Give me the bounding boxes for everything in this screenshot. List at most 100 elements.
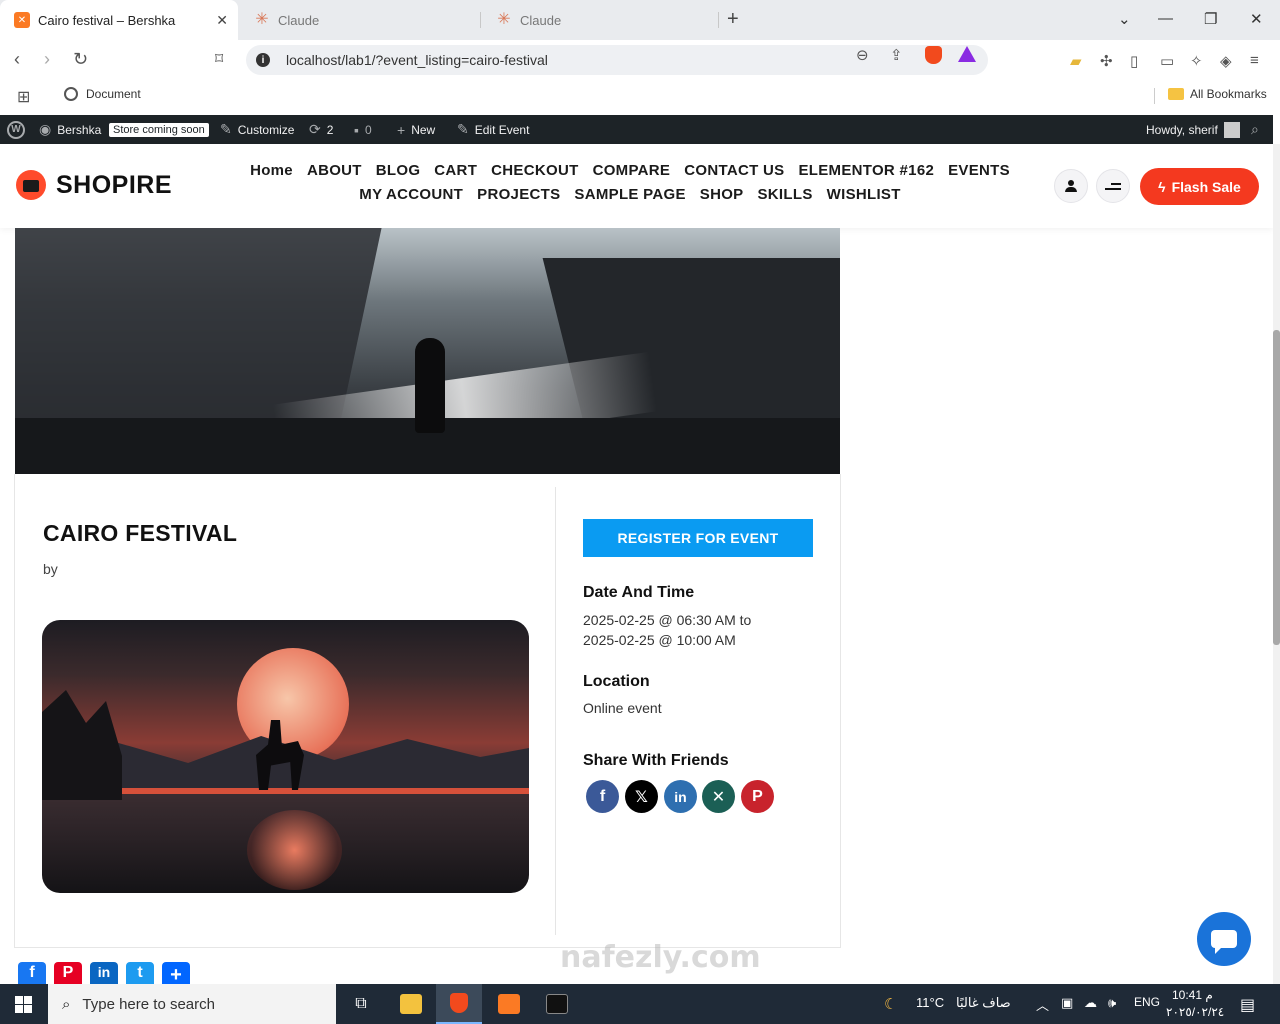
offcanvas-menu-button[interactable]	[1096, 169, 1130, 203]
admin-edit-event[interactable]: ✎ Edit Event	[457, 115, 529, 144]
bookmark-document[interactable]: Document	[64, 87, 141, 101]
wordpress-logo[interactable]: W	[7, 115, 25, 144]
url-text[interactable]: localhost/lab1/?event_listing=cairo-fest…	[286, 52, 548, 68]
tray-chevron-icon[interactable]: ︿	[1036, 995, 1049, 1014]
menu-item-shop[interactable]: SHOP	[700, 186, 744, 204]
language-indicator[interactable]: ENG	[1134, 995, 1160, 1009]
bookmark-icon[interactable]: ⌑	[215, 49, 223, 69]
date-time-heading: Date And Time	[583, 584, 695, 601]
new-tab-icon[interactable]: +	[727, 8, 739, 31]
wallet-icon[interactable]: ▭	[1160, 52, 1174, 70]
tab-claude-1[interactable]: ✳ Claude	[240, 0, 478, 40]
close-window-icon[interactable]: ✕	[1250, 10, 1263, 28]
chat-button[interactable]	[1197, 912, 1251, 966]
site-info-icon[interactable]: i	[256, 53, 270, 67]
menu-item-events[interactable]: EVENTS	[948, 162, 1010, 180]
linkedin-icon[interactable]: in	[664, 780, 697, 813]
browser-tabstrip: ✕ Cairo festival – Bershka ✕ ✳ Claude ✳ …	[0, 0, 1280, 40]
maximize-icon[interactable]: ❐	[1204, 10, 1217, 28]
x-icon[interactable]: 𝕏	[625, 780, 658, 813]
task-view-icon[interactable]: ⧉	[338, 984, 384, 1024]
updates-count: 2	[326, 122, 334, 137]
site-logo[interactable]: SHOPIRE	[16, 170, 172, 200]
close-tab-icon[interactable]: ✕	[216, 12, 228, 29]
admin-search[interactable]: ⌕	[1251, 115, 1265, 144]
extensions-icon[interactable]: ✣	[1100, 52, 1113, 70]
event-thumbnail-image	[42, 620, 529, 893]
all-bookmarks[interactable]: All Bookmarks	[1168, 87, 1267, 101]
admin-account[interactable]: Howdy, sherif	[1146, 115, 1240, 144]
share-page-icon[interactable]: ⇪	[890, 46, 903, 64]
file-explorer-icon[interactable]	[388, 984, 434, 1024]
comments-count: 0	[364, 122, 372, 137]
pinterest-icon[interactable]: P	[741, 780, 774, 813]
sidebar-icon[interactable]: ▯	[1130, 52, 1138, 70]
search-icon: ⌕	[1251, 121, 1259, 137]
menu-item-elementor[interactable]: ELEMENTOR #162	[798, 162, 934, 180]
weather-temperature[interactable]: 11°C	[916, 995, 944, 1010]
clock-time[interactable]: 10:41 م	[1172, 988, 1213, 1002]
store-status[interactable]: Store coming soon	[109, 115, 209, 144]
zoom-icon[interactable]: ⊖	[856, 46, 869, 64]
image-trees	[42, 690, 122, 800]
brave-shields-icon[interactable]	[925, 46, 942, 64]
vpn-icon[interactable]: ◈	[1220, 52, 1232, 70]
address-bar[interactable]: i localhost/lab1/?event_listing=cairo-fe…	[246, 45, 988, 75]
clock-date[interactable]: ٢٠٢٥/٠٢/٢٤	[1166, 1005, 1224, 1019]
menu-item-compare[interactable]: COMPARE	[593, 162, 671, 180]
menu-item-cart[interactable]: CART	[434, 162, 477, 180]
folder-extension-icon[interactable]: ▰	[1070, 52, 1082, 70]
page-scrollbar-thumb[interactable]	[1273, 330, 1280, 645]
terminal-taskbar-icon[interactable]	[534, 984, 580, 1024]
meet-now-icon[interactable]: ▣	[1061, 995, 1073, 1011]
admin-comments[interactable]: ▪ 0	[354, 115, 372, 144]
flash-sale-button[interactable]: ϟ Flash Sale	[1140, 168, 1259, 205]
menu-item-about[interactable]: ABOUT	[307, 162, 362, 180]
menu-item-wishlist[interactable]: WISHLIST	[827, 186, 901, 204]
menu-item-my-account[interactable]: MY ACCOUNT	[359, 186, 463, 204]
admin-site-name[interactable]: ◉ Bershka	[39, 115, 101, 144]
onedrive-icon[interactable]: ☁	[1084, 995, 1097, 1011]
menu-item-sample-page[interactable]: SAMPLE PAGE	[574, 186, 685, 204]
event-author: by	[43, 561, 58, 577]
search-placeholder: Type here to search	[82, 995, 215, 1013]
tab-claude-2[interactable]: ✳ Claude	[482, 0, 720, 40]
leo-ai-icon[interactable]: ✧	[1190, 52, 1203, 70]
admin-updates[interactable]: ⟳ 2	[309, 115, 333, 144]
brave-browser-taskbar-icon[interactable]	[436, 984, 482, 1024]
admin-customize[interactable]: ✎ Customize	[220, 115, 294, 144]
admin-new[interactable]: + New	[397, 115, 435, 144]
xampp-taskbar-icon[interactable]	[486, 984, 532, 1024]
xing-icon[interactable]: ✕	[702, 780, 735, 813]
tab-title: Claude	[520, 12, 562, 28]
menu-item-blog[interactable]: BLOG	[376, 162, 421, 180]
register-for-event-button[interactable]: REGISTER FOR EVENT	[583, 519, 813, 557]
back-icon[interactable]: ‹	[14, 49, 20, 70]
wordpress-icon: W	[7, 120, 25, 139]
minimize-icon[interactable]: —	[1158, 10, 1173, 27]
brave-rewards-icon[interactable]	[958, 46, 976, 62]
menu-item-home[interactable]: Home	[250, 162, 293, 180]
taskbar-search[interactable]: ⌕ Type here to search	[48, 984, 336, 1024]
menu-item-contact[interactable]: CONTACT US	[684, 162, 784, 180]
howdy-label: Howdy, sherif	[1146, 122, 1218, 137]
menu-item-projects[interactable]: PROJECTS	[477, 186, 560, 204]
location-heading: Location	[583, 673, 650, 690]
main-menu: Home ABOUT BLOG CART CHECKOUT COMPARE CO…	[215, 162, 1045, 204]
facebook-icon[interactable]: f	[586, 780, 619, 813]
weather-icon[interactable]: ☾	[884, 995, 897, 1013]
reload-icon[interactable]: ↻	[73, 49, 88, 70]
apps-grid-icon[interactable]: ⊞	[17, 87, 30, 107]
menu-item-checkout[interactable]: CHECKOUT	[491, 162, 578, 180]
windows-start-icon[interactable]	[15, 996, 32, 1013]
notification-icon[interactable]: ▤	[1240, 995, 1255, 1015]
account-button[interactable]	[1054, 169, 1088, 203]
volume-icon[interactable]: 🕪	[1108, 995, 1116, 1011]
forward-icon[interactable]: ›	[44, 49, 50, 70]
tab-search-chevron-icon[interactable]: ⌄	[1118, 10, 1131, 28]
menu-icon[interactable]: ≡	[1250, 52, 1259, 69]
pencil-icon: ✎	[457, 121, 469, 137]
menu-item-skills[interactable]: SKILLS	[758, 186, 813, 204]
tab-cairo-festival[interactable]: ✕ Cairo festival – Bershka ✕	[0, 0, 238, 40]
weather-condition[interactable]: صاف غالبًا	[956, 995, 1011, 1011]
